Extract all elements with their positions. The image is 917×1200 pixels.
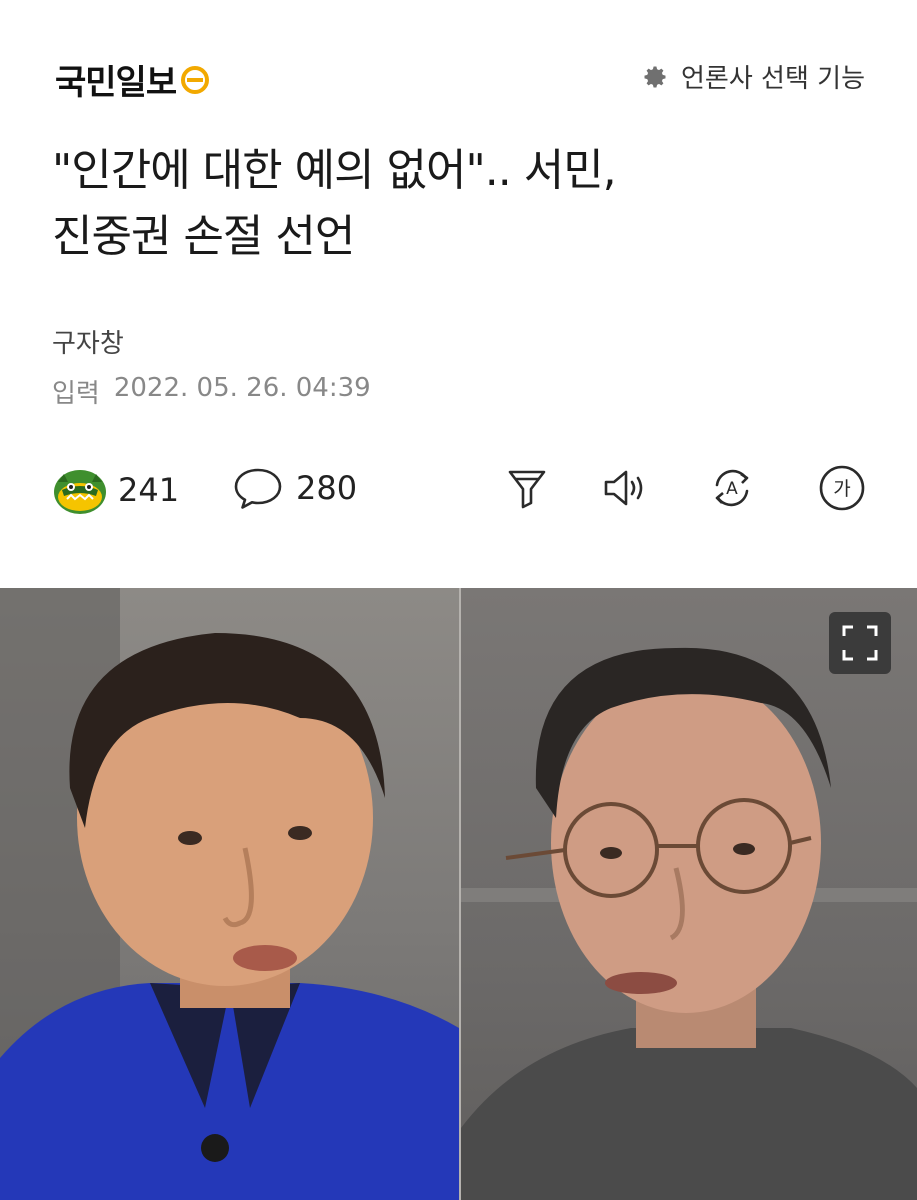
translate-button[interactable]: A	[707, 463, 757, 513]
gear-icon	[644, 66, 666, 87]
speech-bubble-icon	[234, 468, 282, 509]
date-label: 입력	[52, 379, 100, 409]
reaction-count: 241	[118, 471, 180, 509]
summary-button[interactable]	[502, 463, 552, 513]
article-title-line1: "인간에 대한 예의 없어".. 서민,	[52, 145, 617, 196]
font-size-glyph: 가	[833, 478, 850, 500]
comment-count: 280	[296, 469, 358, 507]
fullscreen-button[interactable]	[829, 612, 891, 674]
article-author[interactable]: 구자창	[52, 323, 124, 360]
photo-right-panel	[461, 588, 917, 1200]
press-logo-text: 국민일보	[55, 63, 177, 103]
comment-button[interactable]: 280	[232, 462, 357, 514]
left-person-illustration	[0, 588, 459, 1200]
article-title: "인간에 대한 예의 없어".. 서민, 진중권 손절 선언	[52, 138, 872, 270]
translate-icon: A	[715, 469, 749, 507]
font-size-button[interactable]: 가	[817, 463, 867, 513]
article-title-line2: 진중권 손절 선언	[52, 211, 355, 262]
article-action-bar: 241 280 A 가	[52, 455, 867, 521]
article-date: 입력 2022. 05. 26. 04:39	[52, 373, 371, 410]
article-header: 국민일보 언론사 선택 기능	[0, 0, 917, 150]
article-photo[interactable]	[0, 588, 917, 1200]
translate-glyph: A	[726, 479, 738, 499]
date-value: 2022. 05. 26. 04:39	[113, 373, 371, 403]
summary-icon	[508, 470, 546, 509]
right-person-illustration	[461, 647, 917, 1200]
font-size-icon: 가	[819, 465, 865, 511]
press-select-button[interactable]: 언론사 선택 기능	[641, 58, 865, 95]
speaker-icon	[604, 470, 643, 506]
photo-left-panel	[0, 588, 459, 1200]
press-logo[interactable]: 국민일보	[55, 55, 210, 104]
fullscreen-icon	[842, 625, 878, 661]
reaction-button[interactable]: 241	[52, 462, 179, 518]
text-to-speech-button[interactable]	[600, 463, 650, 513]
reaction-character-icon	[54, 470, 106, 514]
press-select-label: 언론사 선택 기능	[681, 64, 865, 94]
press-logo-mark-icon	[181, 65, 210, 94]
